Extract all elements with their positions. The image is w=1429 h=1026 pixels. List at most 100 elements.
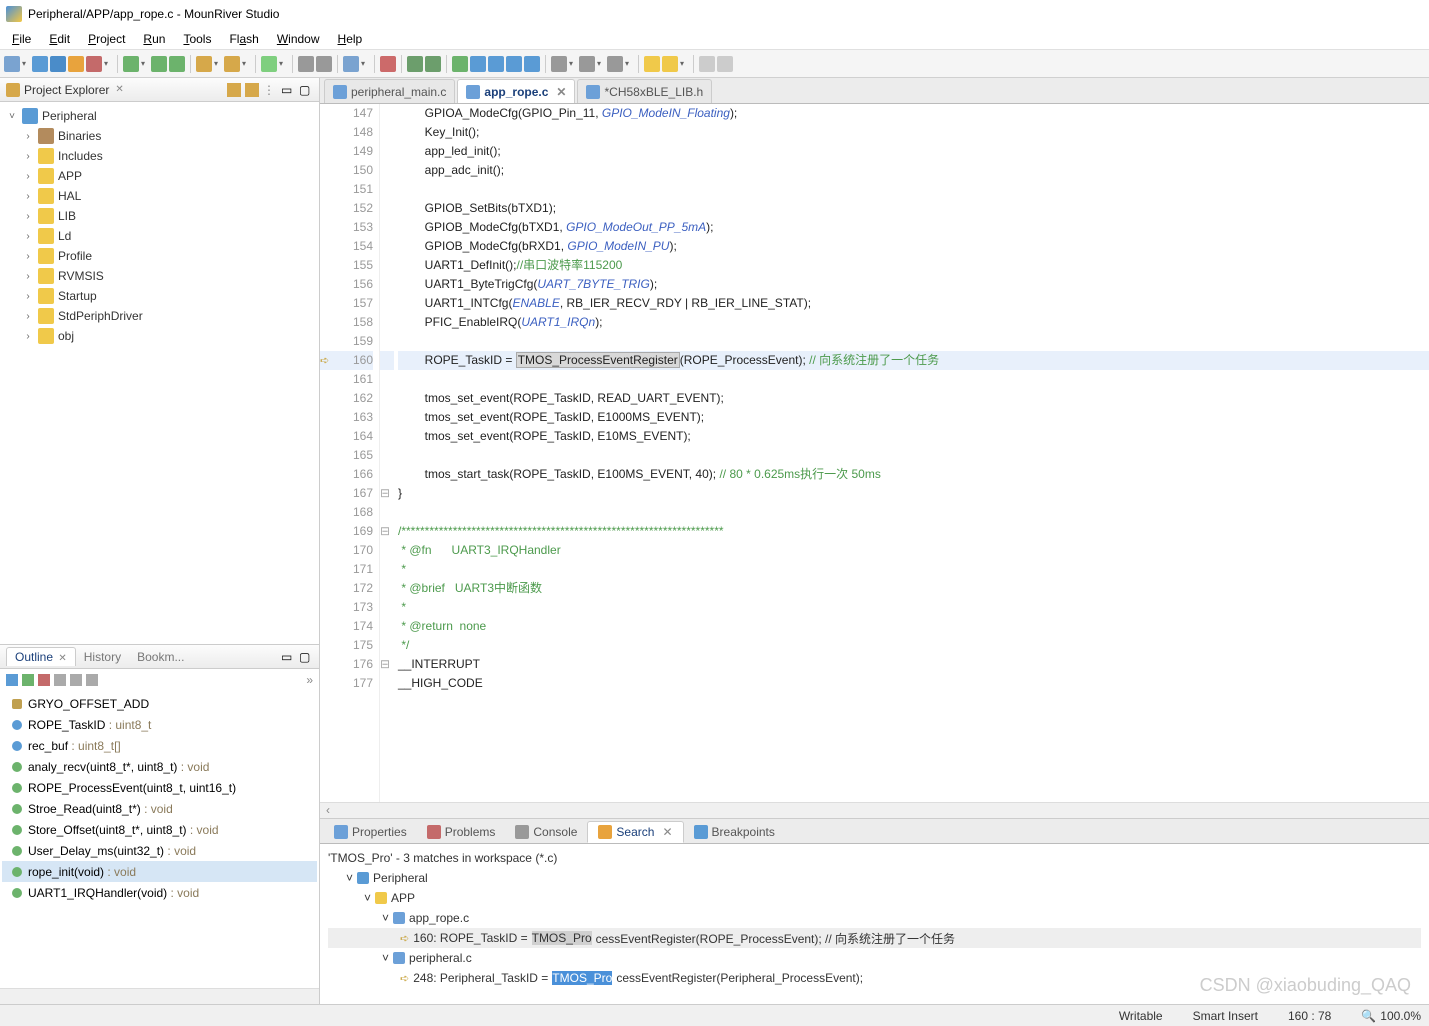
- sort-icon[interactable]: [6, 674, 18, 686]
- run-icon[interactable]: [452, 56, 468, 72]
- editor-tab[interactable]: peripheral_main.c: [324, 79, 455, 103]
- outline-item[interactable]: rec_buf : uint8_t[]: [2, 735, 317, 756]
- tool-i-icon[interactable]: [607, 56, 623, 72]
- tree-root[interactable]: ˅ Peripheral: [2, 106, 317, 126]
- bottom-tab-properties[interactable]: Properties: [324, 821, 417, 843]
- tree-item[interactable]: ›obj: [2, 326, 317, 346]
- tool-a-icon[interactable]: [298, 56, 314, 72]
- outline-item[interactable]: Store_Offset(uint8_t*, uint8_t) : void: [2, 819, 317, 840]
- bug-icon[interactable]: [261, 56, 277, 72]
- maximize-icon[interactable]: ▢: [299, 83, 313, 97]
- menu-run[interactable]: Run: [135, 30, 173, 48]
- bottom-tab-console[interactable]: Console: [505, 821, 587, 843]
- step-out-icon[interactable]: [506, 56, 522, 72]
- menu-tools[interactable]: Tools: [175, 30, 219, 48]
- save-icon[interactable]: [32, 56, 48, 72]
- menu-window[interactable]: Window: [269, 30, 328, 48]
- fwd-icon[interactable]: [662, 56, 678, 72]
- close-icon[interactable]: ✕: [115, 84, 123, 95]
- link-editor-icon[interactable]: [245, 83, 259, 97]
- undo-icon[interactable]: [699, 56, 715, 72]
- tool-e-icon[interactable]: [407, 56, 423, 72]
- outline-item[interactable]: User_Delay_ms(uint32_t) : void: [2, 840, 317, 861]
- outline-item[interactable]: GRYO_OFFSET_ADD: [2, 693, 317, 714]
- tree-item[interactable]: ›Ld: [2, 226, 317, 246]
- scrollbar-h[interactable]: [0, 988, 319, 1004]
- folder-icon[interactable]: [196, 56, 212, 72]
- tab-bookmarks[interactable]: Bookm...: [129, 648, 192, 666]
- folder2-icon[interactable]: [224, 56, 240, 72]
- tree-item[interactable]: ›Includes: [2, 146, 317, 166]
- menu-flash[interactable]: Flash: [221, 30, 266, 48]
- outline-item[interactable]: Stroe_Read(uint8_t*) : void: [2, 798, 317, 819]
- search-file-2[interactable]: ˅ peripheral.c: [328, 948, 1421, 968]
- tab-history[interactable]: History: [76, 648, 129, 666]
- editor[interactable]: ➪ 14714814915015115215315415515615715815…: [320, 104, 1429, 802]
- redo-icon[interactable]: [717, 56, 733, 72]
- menu-edit[interactable]: Edit: [41, 30, 78, 48]
- outline-list[interactable]: GRYO_OFFSET_ADDROPE_TaskID : uint8_trec_…: [0, 691, 319, 988]
- outline-item[interactable]: rope_init(void) : void: [2, 861, 317, 882]
- outline-item[interactable]: UART1_IRQHandler(void) : void: [2, 882, 317, 903]
- tab-outline[interactable]: Outline ✕: [6, 647, 76, 666]
- menu-help[interactable]: Help: [330, 30, 371, 48]
- chevron-icon[interactable]: »: [306, 673, 313, 687]
- tree-item[interactable]: ›StdPeriphDriver: [2, 306, 317, 326]
- view-menu-icon[interactable]: ⋮: [263, 83, 277, 97]
- project-tree[interactable]: ˅ Peripheral ›Binaries›Includes›APP›HAL›…: [0, 102, 319, 644]
- step-into-icon[interactable]: [488, 56, 504, 72]
- tool-h-icon[interactable]: [579, 56, 595, 72]
- download2-icon[interactable]: [151, 56, 167, 72]
- filter-e-icon[interactable]: [86, 674, 98, 686]
- tree-item[interactable]: ›LIB: [2, 206, 317, 226]
- tree-item[interactable]: ›Binaries: [2, 126, 317, 146]
- editor-tab[interactable]: app_rope.c✕: [457, 79, 575, 103]
- search-match-1[interactable]: ➪ 160: ROPE_TaskID = TMOS_ProcessEventRe…: [328, 928, 1421, 948]
- dropdown-icon[interactable]: ▾: [22, 59, 30, 68]
- record-icon[interactable]: [380, 56, 396, 72]
- bottom-tab-search[interactable]: Search✕: [587, 821, 683, 843]
- tool-g-icon[interactable]: [551, 56, 567, 72]
- download3-icon[interactable]: [169, 56, 185, 72]
- filter-d-icon[interactable]: [70, 674, 82, 686]
- status-zoom[interactable]: 🔍 100.0%: [1361, 1009, 1421, 1023]
- menu-file[interactable]: File: [4, 30, 39, 48]
- bottom-tab-breakpoints[interactable]: Breakpoints: [684, 821, 785, 843]
- search-panel[interactable]: 'TMOS_Pro' - 3 matches in workspace (*.c…: [320, 844, 1429, 1004]
- filter-b-icon[interactable]: [38, 674, 50, 686]
- tool-c-icon[interactable]: [343, 56, 359, 72]
- close-icon[interactable]: ✕: [556, 85, 566, 99]
- zoom-out-icon[interactable]: 🔍: [1361, 1009, 1376, 1023]
- stop-build-icon[interactable]: [86, 56, 102, 72]
- bottom-tab-problems[interactable]: Problems: [417, 821, 506, 843]
- tree-item[interactable]: ›Startup: [2, 286, 317, 306]
- minimize-icon[interactable]: ▭: [281, 83, 295, 97]
- minimize-icon[interactable]: ▭: [281, 650, 295, 664]
- step-over-icon[interactable]: [470, 56, 486, 72]
- search-project[interactable]: ˅ Peripheral: [328, 868, 1421, 888]
- save-all-icon[interactable]: [50, 56, 66, 72]
- search-match-2[interactable]: ➪ 248: Peripheral_TaskID = TMOS_ProcessE…: [328, 968, 1421, 988]
- new-icon[interactable]: [4, 56, 20, 72]
- editor-scroll-h[interactable]: ‹: [320, 802, 1429, 818]
- tree-item[interactable]: ›HAL: [2, 186, 317, 206]
- download-icon[interactable]: [123, 56, 139, 72]
- tree-item[interactable]: ›Profile: [2, 246, 317, 266]
- editor-tab[interactable]: *CH58xBLE_LIB.h: [577, 79, 712, 103]
- filter-c-icon[interactable]: [54, 674, 66, 686]
- search-folder[interactable]: ˅ APP: [328, 888, 1421, 908]
- search-file-1[interactable]: ˅ app_rope.c: [328, 908, 1421, 928]
- menu-project[interactable]: Project: [80, 30, 133, 48]
- maximize-icon[interactable]: ▢: [299, 650, 313, 664]
- collapse-all-icon[interactable]: [227, 83, 241, 97]
- outline-item[interactable]: analy_recv(uint8_t*, uint8_t) : void: [2, 756, 317, 777]
- tree-item[interactable]: ›RVMSIS: [2, 266, 317, 286]
- tool-b-icon[interactable]: [316, 56, 332, 72]
- outline-item[interactable]: ROPE_TaskID : uint8_t: [2, 714, 317, 735]
- tree-item[interactable]: ›APP: [2, 166, 317, 186]
- back-icon[interactable]: [644, 56, 660, 72]
- tool-f-icon[interactable]: [425, 56, 441, 72]
- outline-item[interactable]: ROPE_ProcessEvent(uint8_t, uint16_t): [2, 777, 317, 798]
- resume-icon[interactable]: [524, 56, 540, 72]
- filter-a-icon[interactable]: [22, 674, 34, 686]
